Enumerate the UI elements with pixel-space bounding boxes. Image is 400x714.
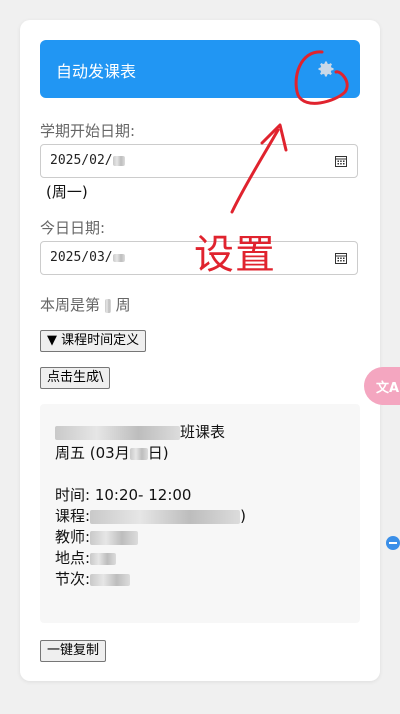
translate-icon: 文A [376,381,400,396]
schedule-output: 班课表 周五 (03月 日) 时间: 10:20- 12:00 课程:) 教师: … [40,404,360,623]
class-time-toggle-button[interactable]: ▼ 课程时间定义 [40,330,147,352]
schedule-title: 班课表 [55,421,225,442]
schedule-teacher: 教师: [55,526,139,547]
schedule-time: 时间: 10:20- 12:00 [55,486,192,504]
calendar-icon[interactable] [335,252,347,264]
redacted-day [112,155,125,166]
redacted-class-name [55,425,180,440]
translate-button[interactable]: 文A [364,367,400,405]
gear-icon[interactable] [316,59,336,79]
app-title: 自动发课表 [56,62,137,81]
semester-start-date-value: 2025/02/ [50,153,113,168]
app-header: 自动发课表 [40,40,360,98]
today-date-value: 2025/03/ [50,250,113,265]
redacted-course [90,509,241,524]
semester-start-date-input[interactable]: 2025/02/ [40,144,358,178]
redacted-period [90,573,131,586]
generate-button[interactable]: 点击生成\ [40,367,111,389]
semester-start-label: 学期开始日期: [40,122,136,140]
calendar-icon[interactable] [335,155,347,167]
schedule-course: 课程:) [55,507,246,525]
schedule-period: 节次: [55,568,131,589]
annotation-text: 设置 [194,232,276,278]
redacted-week [104,298,111,313]
collapse-icon[interactable] [386,536,400,550]
redacted-day [129,447,148,460]
today-label: 今日日期: [40,219,106,237]
redacted-teacher [90,530,139,545]
copy-button[interactable]: 一键复制 [40,640,107,662]
redacted-day [112,253,125,262]
main-card: 自动发课表 学期开始日期: 2025/02/ (周一) 今日日期: 2025/0… [20,20,380,681]
schedule-day: 周五 (03月 日) [55,444,169,462]
semester-weekday: (周一) [46,183,88,201]
schedule-place: 地点: [55,547,117,568]
redacted-place [90,552,117,565]
week-indicator: 本周是第 周 [40,296,131,314]
